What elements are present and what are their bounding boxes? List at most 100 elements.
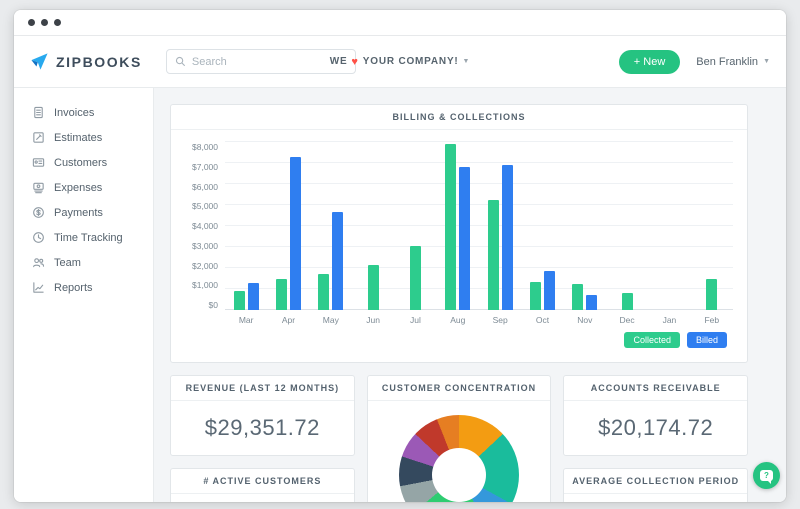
- user-menu[interactable]: Ben Franklin ▼: [696, 56, 770, 68]
- billing-card-title: BILLING & COLLECTIONS: [171, 105, 747, 130]
- x-tick-label: Apr: [267, 315, 309, 325]
- sidebar-item-reports[interactable]: Reports: [14, 275, 153, 300]
- new-button[interactable]: + New: [619, 50, 681, 74]
- revenue-value: $29,351.72: [171, 401, 354, 455]
- bar-collected-dec: [622, 293, 633, 310]
- active-customers-title: # ACTIVE CUSTOMERS: [171, 469, 354, 494]
- y-tick-label: $8,000: [192, 142, 218, 152]
- x-tick-label: May: [310, 315, 352, 325]
- stats-col-left: REVENUE (LAST 12 MONTHS) $29,351.72 # AC…: [170, 375, 355, 502]
- bar-collected-aug: [445, 144, 456, 310]
- x-tick-label: Jun: [352, 315, 394, 325]
- logo-text: ZIPBOOKS: [56, 54, 142, 70]
- avg-collection-card: AVERAGE COLLECTION PERIOD 151.5 days: [563, 468, 748, 502]
- sidebar-item-label: Payments: [54, 207, 103, 219]
- company-dropdown[interactable]: WE ♥ YOUR COMPANY! ▼: [330, 56, 471, 68]
- reports-icon: [32, 281, 45, 294]
- banner-text-post: YOUR COMPANY!: [363, 56, 459, 67]
- zipbooks-logo-icon: [30, 52, 49, 71]
- legend-badge[interactable]: Collected: [624, 332, 680, 348]
- chevron-down-icon: ▼: [463, 58, 471, 65]
- sidebar-item-expenses[interactable]: Expenses: [14, 175, 153, 200]
- sidebar-item-label: Team: [54, 257, 81, 269]
- header-right: + New Ben Franklin ▼: [619, 50, 770, 74]
- chat-bubble-icon: ?: [760, 470, 773, 481]
- window-dot[interactable]: [54, 19, 61, 26]
- estimate-icon: [32, 131, 45, 144]
- active-customers-card: # ACTIVE CUSTOMERS 9: [170, 468, 355, 502]
- stats-col-right: ACCOUNTS RECEIVABLE $20,174.72 AVERAGE C…: [563, 375, 748, 502]
- bar-group-may: [310, 142, 352, 310]
- concentration-donut: [399, 415, 519, 502]
- banner-text-pre: WE: [330, 56, 348, 67]
- revenue-card: REVENUE (LAST 12 MONTHS) $29,351.72: [170, 375, 355, 456]
- bar-billed-mar: [248, 283, 259, 310]
- y-tick-label: $2,000: [192, 261, 218, 271]
- search-box[interactable]: [166, 49, 356, 74]
- bar-group-jun: [352, 142, 394, 310]
- legend-badge[interactable]: Billed: [687, 332, 727, 348]
- bar-collected-apr: [276, 279, 287, 311]
- app-header: ZIPBOOKS WE ♥ YOUR COMPANY! ▼ + New Ben …: [14, 36, 786, 88]
- revenue-card-title: REVENUE (LAST 12 MONTHS): [171, 376, 354, 401]
- bar-collected-feb: [706, 279, 717, 311]
- sidebar-item-payments[interactable]: Payments: [14, 200, 153, 225]
- billing-bar-plot: [225, 142, 733, 310]
- search-input[interactable]: [192, 56, 347, 68]
- bar-group-oct: [521, 142, 563, 310]
- x-tick-label: Dec: [606, 315, 648, 325]
- sidebar-item-label: Invoices: [54, 107, 94, 119]
- zipbooks-logo[interactable]: ZIPBOOKS: [30, 52, 142, 71]
- x-tick-label: Sep: [479, 315, 521, 325]
- y-tick-label: $1,000: [192, 280, 218, 290]
- x-tick-label: Oct: [521, 315, 563, 325]
- bar-collected-sep: [488, 200, 499, 310]
- chart-legend: Collected Billed: [179, 325, 733, 356]
- window-dot[interactable]: [41, 19, 48, 26]
- sidebar-item-label: Estimates: [54, 132, 102, 144]
- team-icon: [32, 256, 45, 269]
- donut-wrap: [368, 401, 551, 502]
- sidebar-item-estimates[interactable]: Estimates: [14, 125, 153, 150]
- sidebar-item-time-tracking[interactable]: Time Tracking: [14, 225, 153, 250]
- x-tick-label: Aug: [437, 315, 479, 325]
- screenshot-stage: ZIPBOOKS WE ♥ YOUR COMPANY! ▼ + New Ben …: [0, 0, 800, 509]
- heart-icon: ♥: [351, 56, 358, 68]
- expenses-icon: [32, 181, 45, 194]
- concentration-title: CUSTOMER CONCENTRATION: [368, 376, 551, 401]
- sidebar: Invoices Estimates Customers Expenses: [14, 88, 154, 502]
- sidebar-item-label: Reports: [54, 282, 93, 294]
- sidebar-item-customers[interactable]: Customers: [14, 150, 153, 175]
- bar-billed-aug: [459, 167, 470, 310]
- bar-group-apr: [267, 142, 309, 310]
- y-tick-label: $6,000: [192, 182, 218, 192]
- bar-collected-jun: [368, 265, 379, 310]
- bar-group-nov: [564, 142, 606, 310]
- y-tick-label: $3,000: [192, 241, 218, 251]
- x-tick-label: Mar: [225, 315, 267, 325]
- bar-group-dec: [606, 142, 648, 310]
- y-tick-label: $4,000: [192, 221, 218, 231]
- chevron-down-icon: ▼: [763, 58, 770, 65]
- bar-billed-sep: [502, 165, 513, 310]
- bar-collected-may: [318, 274, 329, 310]
- x-tick-label: Feb: [691, 315, 733, 325]
- bar-group-aug: [437, 142, 479, 310]
- sidebar-item-label: Time Tracking: [54, 232, 123, 244]
- help-chat-button[interactable]: ?: [753, 462, 780, 489]
- billing-chart: $8,000$7,000$6,000$5,000$4,000$3,000$2,0…: [171, 130, 747, 362]
- bar-collected-mar: [234, 291, 245, 310]
- invoice-icon: [32, 106, 45, 119]
- window-dot[interactable]: [28, 19, 35, 26]
- sidebar-item-team[interactable]: Team: [14, 250, 153, 275]
- browser-window: ZIPBOOKS WE ♥ YOUR COMPANY! ▼ + New Ben …: [14, 10, 786, 502]
- x-tick-label: Nov: [564, 315, 606, 325]
- avg-collection-title: AVERAGE COLLECTION PERIOD: [564, 469, 747, 494]
- bar-group-jul: [394, 142, 436, 310]
- sidebar-item-label: Expenses: [54, 182, 102, 194]
- bar-group-mar: [225, 142, 267, 310]
- accounts-receivable-card: ACCOUNTS RECEIVABLE $20,174.72: [563, 375, 748, 456]
- stats-row: REVENUE (LAST 12 MONTHS) $29,351.72 # AC…: [170, 375, 748, 502]
- sidebar-item-invoices[interactable]: Invoices: [14, 100, 153, 125]
- customer-concentration-card: CUSTOMER CONCENTRATION: [367, 375, 552, 502]
